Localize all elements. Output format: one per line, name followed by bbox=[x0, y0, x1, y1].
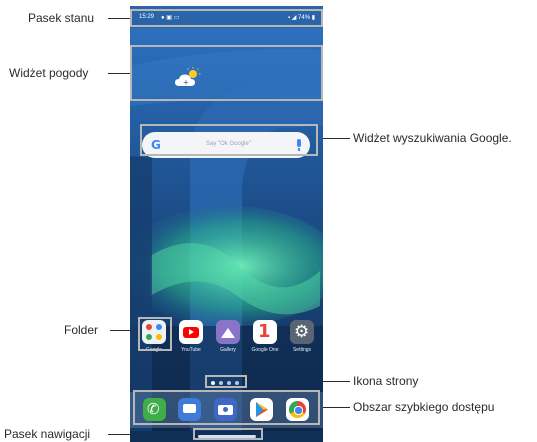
highlight-navigation-bar bbox=[193, 428, 263, 440]
callout-navigation-bar: Pasek nawigacji bbox=[4, 427, 91, 441]
app-label-settings: Settings bbox=[292, 347, 312, 353]
highlight-google-search bbox=[140, 124, 318, 156]
gear-icon: ⚙ bbox=[294, 322, 310, 342]
leader-status-bar bbox=[108, 18, 130, 19]
leader-navigation-bar bbox=[108, 434, 130, 435]
callout-quick-access-area: Obszar szybkiego dostępu bbox=[353, 400, 495, 414]
callout-folder: Folder bbox=[64, 323, 99, 337]
leader-google-search-widget bbox=[323, 138, 350, 139]
app-label-gallery: Gallery bbox=[220, 347, 236, 353]
highlight-status-bar bbox=[130, 9, 323, 27]
highlight-weather-widget bbox=[130, 45, 323, 101]
play-glyph bbox=[189, 329, 194, 335]
youtube-app[interactable] bbox=[179, 320, 203, 344]
leader-quick-access-area bbox=[323, 407, 350, 408]
google-one-app[interactable]: 1 bbox=[253, 320, 277, 344]
gallery-icon bbox=[221, 328, 235, 338]
callout-google-search-widget: Widżet wyszukiwania Google. bbox=[353, 131, 512, 145]
callout-weather-widget: Widżet pogody bbox=[9, 66, 89, 80]
callout-status-bar: Pasek stanu bbox=[28, 11, 95, 25]
callout-page-icon: Ikona strony bbox=[353, 374, 419, 388]
highlight-quick-access bbox=[133, 390, 320, 425]
app-label-youtube: YouTube bbox=[181, 347, 201, 353]
app-label-google-one: Google One bbox=[251, 347, 279, 353]
leader-weather-widget bbox=[108, 73, 130, 74]
google-one-icon: 1 bbox=[258, 321, 271, 342]
highlight-folder bbox=[138, 317, 172, 351]
highlight-page-indicator bbox=[205, 375, 247, 388]
gallery-app[interactable] bbox=[216, 320, 240, 344]
settings-app[interactable]: ⚙ bbox=[290, 320, 314, 344]
